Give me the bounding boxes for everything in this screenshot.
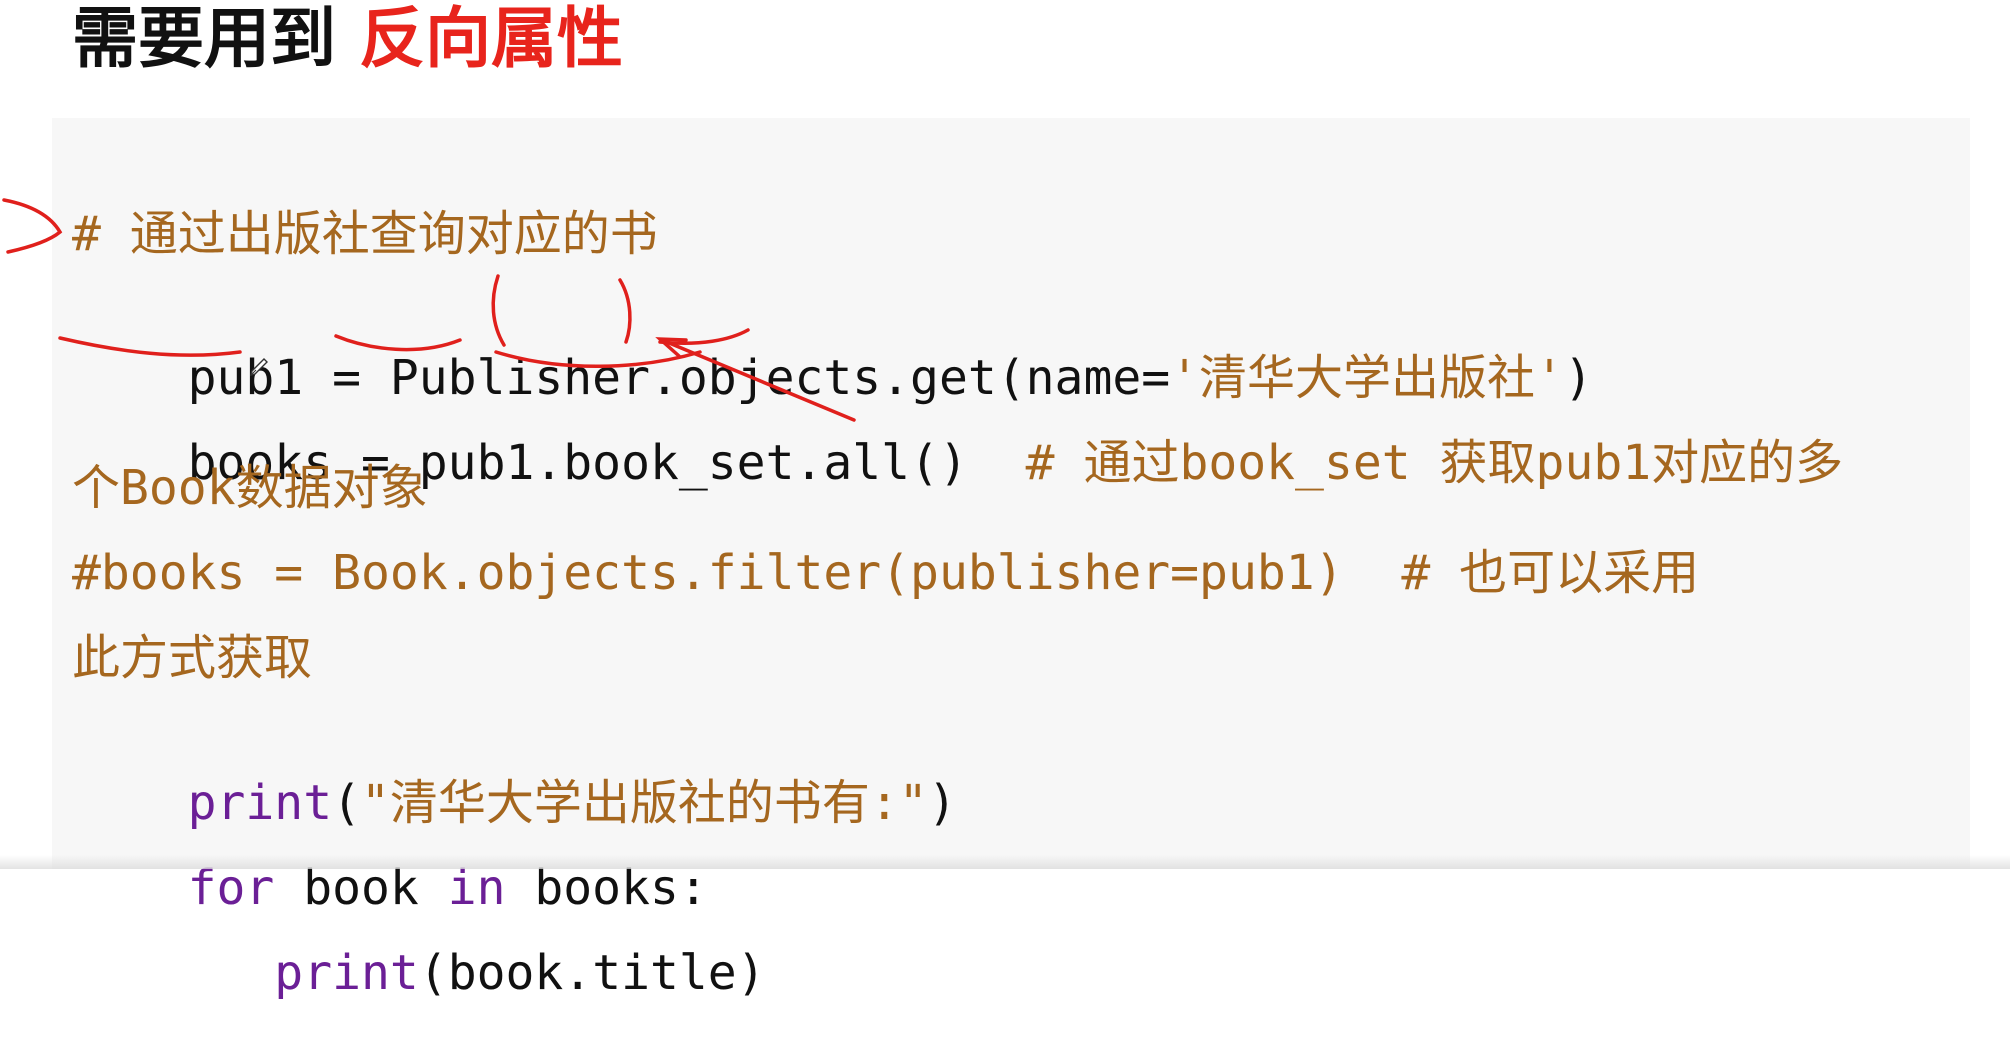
code-keyword: print <box>274 945 419 1001</box>
slide-title: 需要用到 反向属性 <box>72 0 623 78</box>
code-line-filter-comment: #books = Book.objects.filter(publisher=p… <box>72 545 1700 601</box>
code-line-print-title: print(book.title) <box>72 883 766 1063</box>
code-line-comment-cont: 个Book数据对象 <box>72 460 428 516</box>
title-highlight: 反向属性 <box>358 0 623 77</box>
code-text: ) <box>927 775 957 831</box>
bottom-fade <box>0 855 2010 869</box>
code-line-comment: # 通过出版社查询对应的书 <box>72 206 658 262</box>
pen-cursor-icon <box>250 358 268 376</box>
code-comment: # 通过book_set 获取pub1对应的多 <box>1025 435 1844 491</box>
code-block: # 通过出版社查询对应的书 pub1 = Publisher.objects.g… <box>52 118 1970 1001</box>
title-text: 需要用到 <box>72 0 359 77</box>
code-line-comment-cont: 此方式获取 <box>72 630 313 686</box>
code-text: (book.title) <box>418 945 766 1001</box>
